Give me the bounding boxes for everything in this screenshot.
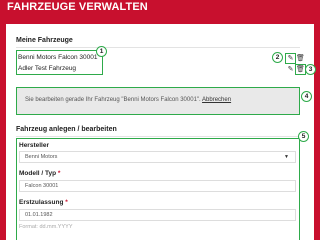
callout-badge-2: 2 [272,52,283,63]
manufacturer-label: Hersteller [19,142,49,149]
trash-icon[interactable]: 🗑 [296,65,305,74]
callout-badge-1: 1 [96,46,107,57]
registration-hint: Format: dd.mm.YYYY [19,224,73,230]
chevron-down-icon: ▼ [284,154,289,160]
my-vehicles-title: Meine Fahrzeuge [16,37,73,44]
required-marker: * [57,170,61,177]
manufacturer-select[interactable]: Benni Motors ▼ [19,151,296,163]
registration-label-text: Erstzulassung [19,199,64,206]
model-input[interactable]: Falcon 30001 [19,180,296,192]
vehicle-item[interactable]: Benni Motors Falcon 30001 [18,54,98,61]
vehicle-item[interactable]: Adler Test Fahrzeug [18,65,76,72]
registration-label: Erstzulassung * [19,199,68,206]
trash-icon[interactable]: 🗑 [296,54,305,63]
edit-notice: Sie bearbeiten gerade Ihr Fahrzeug "Benn… [16,87,300,115]
callout-badge-5: 5 [298,131,309,142]
model-value: Falcon 30001 [25,183,59,189]
model-label: Modell / Typ * [19,170,60,177]
cancel-link[interactable]: Abbrechen [202,97,231,103]
manufacturer-value: Benni Motors [25,154,58,160]
callout-badge-3: 3 [305,64,316,75]
model-label-text: Modell / Typ [19,170,57,177]
divider [16,136,300,137]
edit-icon[interactable]: ✎ [286,54,295,63]
edit-icon[interactable]: ✎ [286,65,295,74]
page-header: FAHRZEUGE VERWALTEN [0,0,320,24]
page-title: FAHRZEUGE VERWALTEN [7,1,148,13]
registration-value: 01.01.1982 [25,212,53,218]
registration-input[interactable]: 01.01.1982 [19,209,296,221]
divider [16,47,300,48]
notice-text: Sie bearbeiten gerade Ihr Fahrzeug "Benn… [25,97,201,103]
form-title: Fahrzeug anlegen / bearbeiten [16,126,117,133]
callout-badge-4: 4 [301,91,312,102]
required-marker: * [65,199,68,206]
